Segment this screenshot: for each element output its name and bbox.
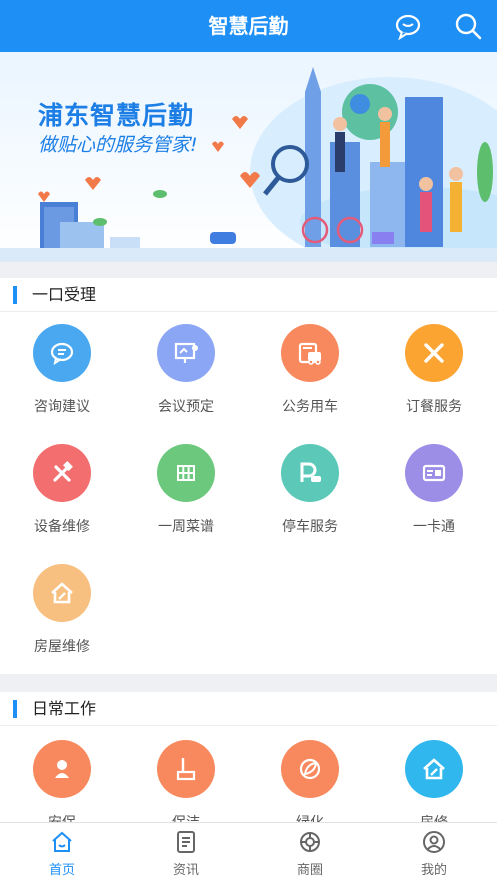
tab-home[interactable]: 首页: [0, 823, 124, 883]
service-label: 会议预定: [158, 399, 214, 415]
tab-label: 商圈: [296, 863, 323, 878]
banner[interactable]: 浦东智慧后勤 做贴心的服务管家!: [0, 52, 497, 262]
security-icon: [33, 740, 91, 798]
banner-illustration: [0, 67, 497, 262]
service-item-meal-order[interactable]: 订餐服务: [372, 324, 496, 444]
home-icon: [50, 830, 74, 854]
car-icon: [281, 324, 339, 382]
section-title: 一口受理: [32, 285, 97, 304]
house-repair-icon: [33, 564, 91, 622]
house-icon: [405, 740, 463, 798]
page-title: 智慧后勤: [208, 14, 289, 38]
leaf-icon: [281, 740, 339, 798]
service-label: 订餐服务: [406, 399, 462, 415]
tab-news[interactable]: 资讯: [124, 823, 248, 883]
bottom-tab-bar: 首页 资讯 商圈 我的: [0, 822, 497, 883]
tab-mine[interactable]: 我的: [372, 823, 496, 883]
section-accent-bar: [13, 700, 17, 718]
service-label: 一周菜谱: [158, 519, 214, 535]
section-daily-work: 日常工作 安保 保洁 绿化 房修: [0, 692, 497, 832]
tab-label: 首页: [48, 863, 75, 878]
meeting-icon: [157, 324, 215, 382]
service-label: 公务用车: [282, 399, 338, 415]
section-header: 日常工作: [0, 692, 497, 726]
service-item-meeting[interactable]: 会议预定: [124, 324, 248, 444]
cleaning-icon: [157, 740, 215, 798]
section-header: 一口受理: [0, 278, 497, 312]
service-item-official-car[interactable]: 公务用车: [248, 324, 372, 444]
grid-icon: [157, 444, 215, 502]
service-label: 咨询建议: [34, 399, 90, 415]
service-label: 停车服务: [282, 519, 338, 535]
section-one-stop-service: 一口受理 咨询建议 会议预定 公务用车 订餐服务 设备维修 一周菜谱 停车服务 …: [0, 278, 497, 674]
parking-icon: [281, 444, 339, 502]
tab-label: 资讯: [172, 863, 199, 878]
utensils-icon: [405, 324, 463, 382]
service-item-consult[interactable]: 咨询建议: [0, 324, 124, 444]
service-item-campus-card[interactable]: 一卡通: [372, 444, 496, 564]
tab-label: 我的: [420, 863, 447, 878]
chat-icon: [33, 324, 91, 382]
service-item-parking[interactable]: 停车服务: [248, 444, 372, 564]
service-item-weekly-menu[interactable]: 一周菜谱: [124, 444, 248, 564]
tools-icon: [33, 444, 91, 502]
service-label: 设备维修: [34, 519, 90, 535]
work-item-house-repair[interactable]: 房修: [372, 740, 496, 832]
card-icon: [405, 444, 463, 502]
section-accent-bar: [13, 286, 17, 304]
section-title: 日常工作: [32, 699, 97, 718]
service-label: 房屋维修: [34, 639, 90, 655]
work-item-cleaning[interactable]: 保洁: [124, 740, 248, 832]
top-nav-bar: 智慧后勤: [0, 0, 497, 52]
banner-subtitle: 做贴心的服务管家!: [38, 134, 198, 156]
service-label: 一卡通: [413, 519, 455, 535]
service-item-house-repair[interactable]: 房屋维修: [0, 564, 124, 684]
search-icon[interactable]: [454, 12, 482, 40]
news-icon: [174, 830, 198, 854]
shop-icon: [298, 830, 322, 854]
message-icon[interactable]: [394, 12, 422, 41]
banner-title: 浦东智慧后勤: [38, 101, 195, 130]
work-item-security[interactable]: 安保: [0, 740, 124, 832]
work-item-greening[interactable]: 绿化: [248, 740, 372, 832]
user-icon: [422, 830, 446, 854]
service-item-equipment-repair[interactable]: 设备维修: [0, 444, 124, 564]
tab-business-circle[interactable]: 商圈: [248, 823, 372, 883]
